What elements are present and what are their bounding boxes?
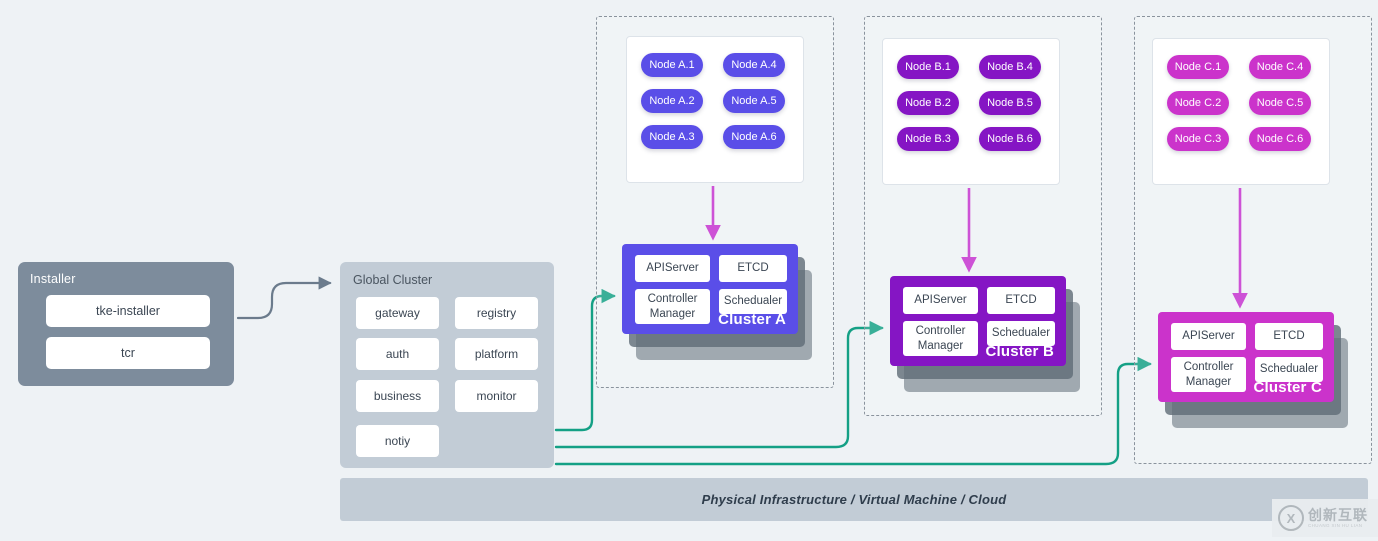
global-cluster-group: Global Cluster gateway registry auth pla… xyxy=(340,262,554,468)
global-cluster-title: Global Cluster xyxy=(353,273,433,287)
cluster-name-label: Cluster A xyxy=(718,311,786,328)
watermark: X 创新互联 CHUANG XIN HU LIAN xyxy=(1272,499,1378,537)
node-item[interactable]: Node A.6 xyxy=(723,125,785,149)
node-item[interactable]: Node A.4 xyxy=(723,53,785,77)
diagram-canvas: Installer tke-installer tcr Global Clust… xyxy=(0,0,1378,541)
node-item[interactable]: Node A.5 xyxy=(723,89,785,113)
cluster-c-node-pool: Node C.1 Node C.4 Node C.2 Node C.5 Node… xyxy=(1152,38,1330,185)
global-item-monitor[interactable]: monitor xyxy=(455,380,538,412)
infrastructure-label: Physical Infrastructure / Virtual Machin… xyxy=(701,492,1007,507)
global-item-notiy[interactable]: notiy xyxy=(356,425,439,457)
watermark-chinese: 创新互联 xyxy=(1308,506,1368,523)
cluster-card[interactable]: APIServer ETCD Controller Manager Schedu… xyxy=(1158,312,1334,402)
component-controller-manager[interactable]: Controller Manager xyxy=(1171,357,1246,392)
node-item[interactable]: Node C.5 xyxy=(1249,91,1311,115)
watermark-text: 创新互联 CHUANG XIN HU LIAN xyxy=(1308,508,1368,529)
node-item[interactable]: Node A.3 xyxy=(641,125,703,149)
global-item-gateway[interactable]: gateway xyxy=(356,297,439,329)
cluster-b-node-pool: Node B.1 Node B.4 Node B.2 Node B.5 Node… xyxy=(882,38,1060,185)
installer-item-tke-installer[interactable]: tke-installer xyxy=(46,295,210,327)
component-etcd[interactable]: ETCD xyxy=(1255,323,1323,350)
node-item[interactable]: Node C.3 xyxy=(1167,127,1229,151)
cluster-a-node-pool: Node A.1 Node A.4 Node A.2 Node A.5 Node… xyxy=(626,36,804,183)
component-apiserver[interactable]: APIServer xyxy=(1171,323,1246,350)
node-item[interactable]: Node B.4 xyxy=(979,55,1041,79)
node-item[interactable]: Node A.1 xyxy=(641,53,703,77)
node-item[interactable]: Node C.2 xyxy=(1167,91,1229,115)
node-item[interactable]: Node C.4 xyxy=(1249,55,1311,79)
cluster-card[interactable]: APIServer ETCD Controller Manager Schedu… xyxy=(890,276,1066,366)
node-item[interactable]: Node B.3 xyxy=(897,127,959,151)
infrastructure-bar: Physical Infrastructure / Virtual Machin… xyxy=(340,478,1368,521)
global-item-registry[interactable]: registry xyxy=(455,297,538,329)
node-item[interactable]: Node C.1 xyxy=(1167,55,1229,79)
watermark-pinyin: CHUANG XIN HU LIAN xyxy=(1308,522,1363,528)
global-item-business[interactable]: business xyxy=(356,380,439,412)
component-controller-manager[interactable]: Controller Manager xyxy=(903,321,978,356)
component-apiserver[interactable]: APIServer xyxy=(903,287,978,314)
node-item[interactable]: Node B.5 xyxy=(979,91,1041,115)
component-apiserver[interactable]: APIServer xyxy=(635,255,710,282)
component-controller-manager[interactable]: Controller Manager xyxy=(635,289,710,324)
global-item-platform[interactable]: platform xyxy=(455,338,538,370)
installer-group: Installer tke-installer tcr xyxy=(18,262,234,386)
connector-installer-to-global xyxy=(236,276,332,320)
node-item[interactable]: Node B.1 xyxy=(897,55,959,79)
node-item[interactable]: Node B.2 xyxy=(897,91,959,115)
node-item[interactable]: Node C.6 xyxy=(1249,127,1311,151)
component-etcd[interactable]: ETCD xyxy=(987,287,1055,314)
watermark-logo-icon: X xyxy=(1278,505,1304,531)
component-etcd[interactable]: ETCD xyxy=(719,255,787,282)
installer-item-tcr[interactable]: tcr xyxy=(46,337,210,369)
cluster-name-label: Cluster B xyxy=(985,343,1054,360)
node-item[interactable]: Node B.6 xyxy=(979,127,1041,151)
node-item[interactable]: Node A.2 xyxy=(641,89,703,113)
cluster-card[interactable]: APIServer ETCD Controller Manager Schedu… xyxy=(622,244,798,334)
global-item-auth[interactable]: auth xyxy=(356,338,439,370)
cluster-name-label: Cluster C xyxy=(1253,379,1322,396)
installer-title: Installer xyxy=(30,272,76,286)
